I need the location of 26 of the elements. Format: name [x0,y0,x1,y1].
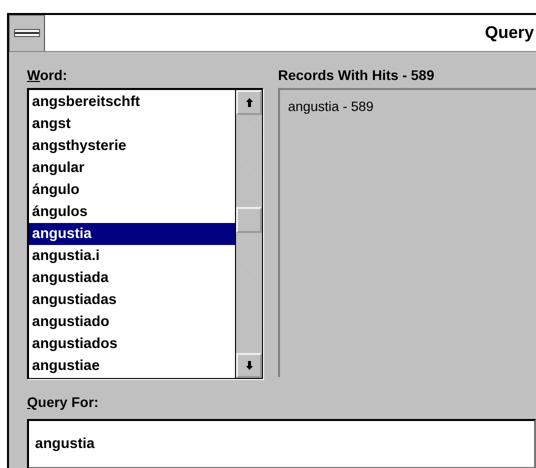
list-item[interactable]: angsthysterie [29,135,235,157]
field-label: Records With Hits - 589 [278,66,434,85]
field-label: Query For: [27,393,99,412]
scroll-down-button[interactable] [236,353,262,378]
up-arrow-icon [246,98,252,107]
list-item[interactable]: angst [29,113,235,135]
result-item[interactable]: angustia - 589 [288,98,374,116]
system-menu-button[interactable] [9,14,45,52]
list-item[interactable]: angustiada [29,267,235,289]
list-item[interactable]: angustia [29,223,235,245]
scroll-thumb[interactable] [236,207,262,233]
list-item[interactable]: angustiae [29,355,235,377]
list-item[interactable]: ángulo [29,179,235,201]
list-item[interactable]: angsbereitschft [29,91,235,113]
list-item[interactable]: angustia.i [29,245,235,267]
list-item[interactable]: angustiados [29,333,235,355]
list-item[interactable]: angustiado [29,311,235,333]
window-title: Query [484,23,535,43]
list-item[interactable]: ángulos [29,201,235,223]
query-input[interactable]: angustia [27,419,536,468]
list-item[interactable]: angustiadas [29,289,235,311]
list-item[interactable]: angular [29,157,235,179]
scroll-up-button[interactable] [236,90,262,115]
field-label: Word: [27,66,68,85]
down-arrow-icon [246,361,252,370]
dash-icon [14,29,40,37]
